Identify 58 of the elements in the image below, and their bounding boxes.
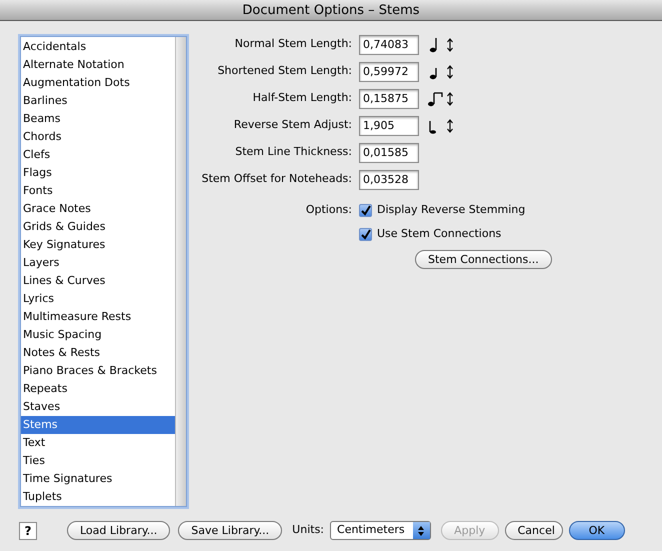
stem-length-icon (428, 90, 454, 106)
list-item[interactable]: Layers (21, 254, 175, 272)
list-item[interactable]: Clefs (21, 146, 175, 164)
list-item[interactable]: Stems (21, 416, 175, 434)
list-item[interactable]: Accidentals (21, 38, 175, 56)
cancel-button[interactable]: Cancel (504, 521, 563, 540)
list-item[interactable]: Repeats (21, 380, 175, 398)
list-item[interactable]: Time Signatures (21, 470, 175, 488)
save-library-button[interactable]: Save Library... (178, 521, 282, 540)
input-field[interactable]: 0,01585 (359, 142, 419, 162)
list-item[interactable]: Tuplets (21, 488, 175, 506)
list-item[interactable]: Piano Braces & Brackets (21, 362, 175, 380)
stem-connections-button[interactable]: Stem Connections... (415, 250, 552, 269)
category-list[interactable] (20, 36, 187, 507)
list-item[interactable]: Fonts (21, 182, 175, 200)
list-item[interactable]: Chords (21, 128, 175, 146)
list-item[interactable]: Barlines (21, 92, 175, 110)
list-item[interactable]: Grace Notes (21, 200, 175, 218)
list-item[interactable]: Notes & Rests (21, 344, 175, 362)
units-dropdown[interactable]: Centimeters (330, 521, 431, 540)
field-label: Half-Stem Length: (252, 90, 353, 106)
list-item[interactable]: Ties (21, 452, 175, 470)
list-item[interactable]: Multimeasure Rests (21, 308, 175, 326)
list-item[interactable]: Beams (21, 110, 175, 128)
checkbox-label: Use Stem Connections (377, 226, 502, 242)
stem-length-icon (428, 118, 454, 134)
help-button[interactable]: ? (19, 522, 37, 540)
input-field[interactable]: 0,59972 (359, 62, 419, 82)
checkbox-label: Display Reverse Stemming (377, 202, 526, 218)
list-item[interactable]: Alternate Notation (21, 56, 175, 74)
field-label: Reverse Stem Adjust: (232, 117, 353, 134)
ok-button[interactable]: OK (568, 521, 625, 540)
input-field[interactable]: 0,03528 (359, 170, 419, 190)
list-item[interactable]: Music Spacing (21, 326, 175, 344)
list-item[interactable]: Text (21, 434, 175, 452)
list-item[interactable]: Grids & Guides (21, 218, 175, 236)
input-field[interactable]: 0,15875 (359, 88, 419, 108)
field-label: Stem Line Thickness: (234, 144, 353, 160)
field-label: Stem Offset for Noteheads: (200, 171, 353, 188)
list-item[interactable]: Lyrics (21, 290, 175, 308)
load-library-button[interactable]: Load Library... (67, 521, 170, 540)
options-label: Options: (304, 202, 353, 218)
input-field[interactable]: 1,905 (359, 116, 419, 136)
field-label: Normal Stem Length: (234, 36, 353, 52)
checkbox[interactable] (359, 204, 372, 216)
checkbox[interactable] (359, 228, 372, 240)
stem-length-icon (428, 36, 454, 52)
input-field[interactable]: 0,74083 (359, 34, 419, 54)
stepper-arrows-icon (412, 522, 430, 539)
list-item[interactable]: Flags (21, 164, 175, 182)
units-label: Units: (292, 522, 324, 538)
list-item[interactable]: Staves (21, 398, 175, 416)
list-item[interactable]: Augmentation Dots (21, 74, 175, 92)
stem-length-icon (428, 64, 454, 80)
field-label: Shortened Stem Length: (216, 63, 353, 80)
list-item[interactable]: Lines & Curves (21, 272, 175, 290)
list-item[interactable]: Key Signatures (21, 236, 175, 254)
window-title: Document Options – Stems (0, 0, 662, 21)
